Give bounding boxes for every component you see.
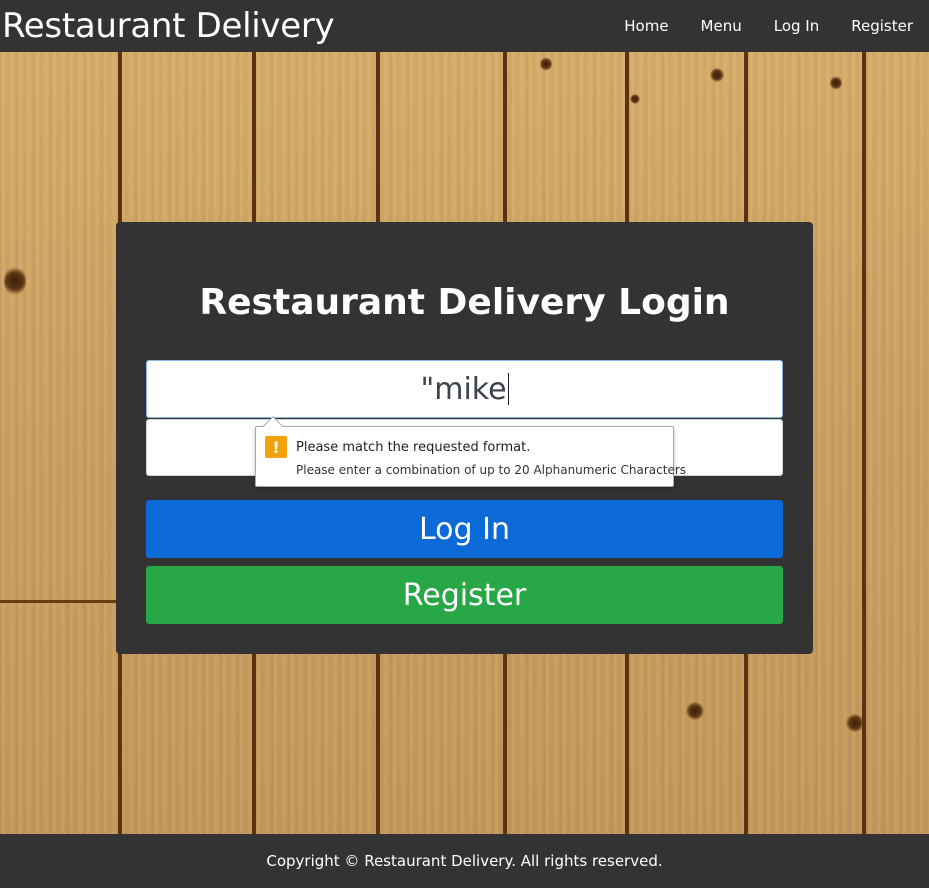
- text-caret: [507, 373, 509, 405]
- wood-knot: [540, 57, 552, 71]
- plank-joint: [0, 600, 120, 603]
- plank-seam: [862, 52, 866, 834]
- nav-home-link[interactable]: Home: [608, 0, 684, 52]
- brand-link[interactable]: Restaurant Delivery: [0, 0, 335, 52]
- tooltip-detail: Please enter a combination of up to 20 A…: [296, 463, 687, 477]
- nav-login-link[interactable]: Log In: [758, 0, 836, 52]
- login-title: Restaurant Delivery Login: [199, 282, 730, 323]
- nav-links: Home Menu Log In Register: [608, 0, 929, 52]
- wood-knot: [630, 94, 640, 104]
- warning-icon: !: [265, 436, 287, 458]
- register-button[interactable]: Register: [146, 566, 783, 624]
- nav-register-link[interactable]: Register: [835, 0, 929, 52]
- validation-tooltip: ! Please match the requested format. Ple…: [255, 416, 686, 487]
- username-value: "mike: [420, 371, 507, 407]
- wood-knot: [686, 702, 704, 720]
- wood-knot: [830, 76, 842, 90]
- footer-copyright: Copyright © Restaurant Delivery. All rig…: [266, 852, 663, 870]
- footer: Copyright © Restaurant Delivery. All rig…: [0, 834, 929, 888]
- nav-menu-link[interactable]: Menu: [685, 0, 758, 52]
- wood-knot: [846, 714, 864, 732]
- top-navbar: Restaurant Delivery Home Menu Log In Reg…: [0, 0, 929, 52]
- wood-knot: [710, 68, 724, 82]
- tooltip-message: Please match the requested format.: [296, 440, 531, 455]
- login-button[interactable]: Log In: [146, 500, 783, 558]
- username-input[interactable]: "mike: [146, 360, 783, 418]
